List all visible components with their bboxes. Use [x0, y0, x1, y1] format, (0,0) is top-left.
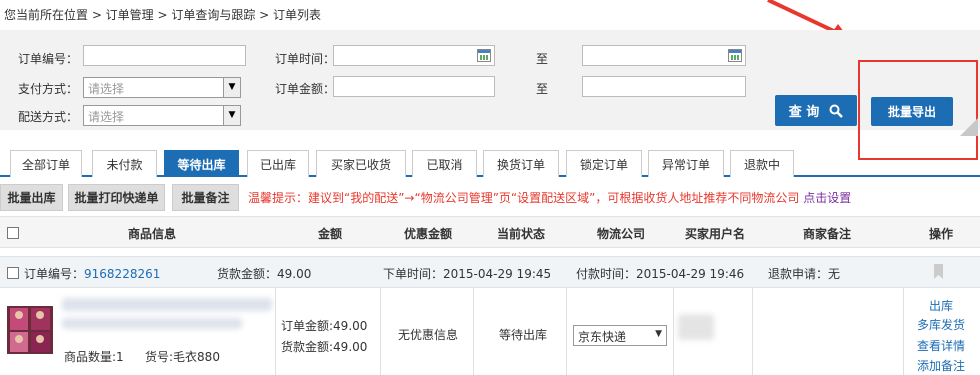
tab-buyer-received[interactable]: 买家已收货 [316, 150, 406, 177]
calendar-icon[interactable] [728, 49, 742, 62]
pay-method-label: 支付方式： [18, 82, 79, 96]
goods-amount-detail: 货款金额:49.00 [281, 340, 368, 354]
tab-exchange-orders[interactable]: 换货订单 [483, 150, 559, 177]
col-ops: 操作 [929, 227, 954, 241]
divider [673, 288, 674, 375]
chevron-down-icon: ▼ [655, 329, 662, 339]
query-button[interactable]: 查 询 [775, 95, 857, 126]
order-no-label: 订单编号： [18, 52, 79, 66]
delivery-label: 配送方式： [18, 110, 79, 124]
order-header-row: 订单编号：9168228261 货款金额：49.00 下单时间：2015-04-… [0, 256, 980, 288]
col-amount: 金额 [318, 227, 343, 241]
batch-print-button[interactable]: 批量打印快递单 [68, 184, 165, 211]
breadcrumb: 您当前所在位置 > 订单管理 > 订单查询与跟踪 > 订单列表 [4, 8, 322, 22]
select-all-checkbox[interactable] [7, 227, 19, 239]
order-no: 订单编号：9168228261 [24, 265, 160, 282]
tab-awaiting-shipment[interactable]: 等待出库 [164, 150, 239, 177]
product-qty: 商品数量:1 [64, 350, 124, 364]
col-status: 当前状态 [497, 227, 546, 241]
ship-link[interactable]: 出库 [929, 297, 953, 314]
col-product: 商品信息 [128, 227, 177, 241]
order-checkbox[interactable] [7, 267, 19, 279]
pay-method-select[interactable]: 请选择 ▼ [83, 77, 241, 98]
delivery-select[interactable]: 请选择 ▼ [83, 105, 241, 126]
logistics-select[interactable]: 京东快递 ▼ [573, 325, 667, 346]
order-amount-max-input[interactable] [582, 76, 746, 97]
query-button-label: 查 询 [788, 105, 820, 120]
order-no-input[interactable] [83, 45, 246, 66]
bookmark-icon[interactable] [933, 264, 944, 279]
order-no-label: 订单编号： [24, 267, 85, 281]
order-amount-min-input[interactable] [333, 76, 495, 97]
col-logistics: 物流公司 [597, 227, 646, 241]
divider [566, 288, 567, 375]
order-no-link[interactable]: 9168228261 [84, 267, 160, 281]
discount-info: 无优惠信息 [398, 328, 459, 342]
divider [903, 288, 904, 375]
delivery-value: 请选择 [88, 110, 125, 124]
order-time: 下单时间：2015-04-29 19:45 [383, 267, 552, 281]
batch-export-button[interactable]: 批量导出 [871, 97, 953, 126]
divider [275, 288, 276, 375]
tip-message: 温馨提示：建议到“我的配送”→“物流公司管理”页“设置配送区域”，可根据收货人地… [248, 191, 800, 205]
chevron-down-icon: ▼ [223, 78, 240, 97]
blurred-product-title [62, 318, 242, 329]
divider [380, 288, 381, 375]
batch-note-button[interactable]: 批量备注 [172, 184, 239, 211]
tab-abnormal-orders[interactable]: 异常订单 [648, 150, 724, 177]
order-status: 等待出库 [499, 328, 548, 342]
tab-refunding[interactable]: 退款中 [730, 150, 794, 177]
tip-text: 温馨提示：建议到“我的配送”→“物流公司管理”页“设置配送区域”，可根据收货人地… [248, 189, 851, 206]
multi-warehouse-ship-link[interactable]: 多库发货 [917, 316, 965, 333]
refund-status: 退款申请：无 [768, 267, 841, 281]
table-header: 商品信息 金额 优惠金额 当前状态 物流公司 买家用户名 商家备注 操作 [0, 216, 980, 248]
to-label: 至 [536, 82, 549, 96]
corner-fold-icon [960, 118, 978, 136]
batch-ship-button[interactable]: 批量出库 [0, 184, 63, 211]
add-note-link[interactable]: 添加备注 [917, 357, 965, 374]
goods-amount: 货款金额：49.00 [217, 267, 312, 281]
divider [752, 288, 753, 375]
calendar-icon[interactable] [477, 49, 491, 62]
order-time-label: 订单时间： [275, 52, 336, 66]
tab-locked-orders[interactable]: 锁定订单 [566, 150, 642, 177]
tab-all-orders[interactable]: 全部订单 [10, 150, 82, 177]
tab-cancelled[interactable]: 已取消 [412, 150, 477, 177]
status-tabs: 全部订单 未付款 等待出库 已出库 买家已收货 已取消 换货订单 锁定订单 异常… [0, 147, 980, 177]
pay-time: 付款时间：2015-04-29 19:46 [576, 267, 745, 281]
product-thumbnail[interactable] [7, 306, 53, 354]
order-time-end-input[interactable] [582, 45, 746, 66]
col-buyer: 买家用户名 [685, 227, 746, 241]
order-time-start-input[interactable] [333, 45, 495, 66]
order-amount: 订单金额:49.00 [281, 319, 368, 333]
col-discount: 优惠金额 [404, 227, 453, 241]
tab-unpaid[interactable]: 未付款 [92, 150, 157, 177]
view-details-link[interactable]: 查看详情 [917, 337, 965, 354]
tab-shipped[interactable]: 已出库 [247, 150, 309, 177]
to-label: 至 [536, 52, 549, 66]
blurred-product-title [62, 298, 272, 311]
blurred-buyer-name [678, 314, 714, 340]
divider [473, 288, 474, 375]
order-body-row: 商品数量:1 货号:毛衣880 订单金额:49.00 货款金额:49.00 无优… [0, 288, 980, 375]
col-merchant-note: 商家备注 [803, 227, 852, 241]
product-sku: 货号:毛衣880 [145, 350, 220, 364]
order-amount-label: 订单金额： [275, 82, 336, 96]
tip-settings-link[interactable]: 点击设置 [803, 191, 851, 205]
pay-method-value: 请选择 [88, 82, 125, 96]
logistics-value: 京东快递 [578, 330, 627, 344]
chevron-down-icon: ▼ [223, 106, 240, 125]
search-icon [829, 104, 844, 118]
